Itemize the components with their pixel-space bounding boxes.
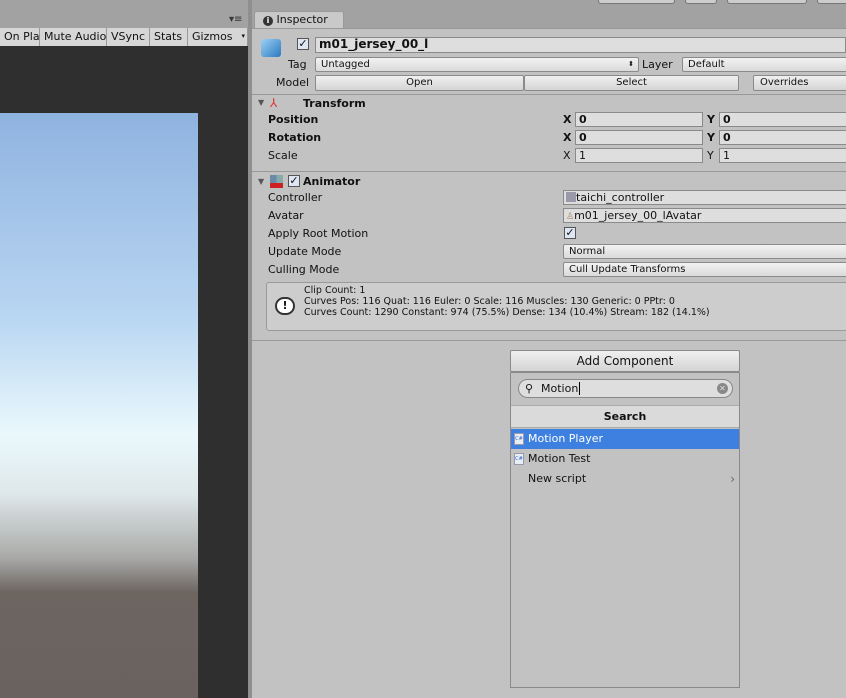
- layer-dropdown[interactable]: Default: [682, 57, 846, 72]
- x-label: X: [563, 131, 572, 144]
- x-label: X: [563, 149, 571, 162]
- apply-root-motion-checkbox[interactable]: ✓: [564, 227, 576, 239]
- update-mode-dropdown[interactable]: Normal: [563, 244, 846, 259]
- layer-label: Layer: [642, 58, 673, 71]
- active-checkbox[interactable]: ✓: [297, 38, 309, 50]
- info-icon: i: [263, 16, 273, 26]
- gameobject-icon: [261, 39, 281, 57]
- toolbar-stats[interactable]: Stats: [150, 28, 188, 46]
- tab-label: Inspector: [276, 13, 328, 26]
- toolbar-maximize-on-play[interactable]: On Play: [0, 28, 46, 46]
- y-label: Y: [707, 149, 714, 162]
- foldout-arrow-icon[interactable]: ▼: [258, 98, 264, 107]
- scale-x-input[interactable]: 1: [575, 148, 703, 163]
- position-y-input[interactable]: 0: [719, 112, 846, 127]
- culling-mode-dropdown[interactable]: Cull Update Transforms: [563, 262, 846, 277]
- controller-icon: [566, 192, 576, 202]
- updown-icon: ⬍: [628, 60, 634, 68]
- animator-icon: [270, 175, 283, 188]
- inspector-tab[interactable]: i Inspector: [254, 11, 344, 29]
- animator-enabled-checkbox[interactable]: ✓: [288, 175, 300, 187]
- tag-dropdown[interactable]: Untagged ⬍: [315, 57, 639, 72]
- y-label: Y: [707, 113, 715, 126]
- controller-field[interactable]: taichi_controller: [563, 190, 846, 205]
- avatar-label: Avatar: [268, 209, 304, 222]
- culling-mode-label: Culling Mode: [268, 263, 340, 276]
- csharp-script-icon: C#: [514, 433, 524, 445]
- info-line: Curves Count: 1290 Constant: 974 (75.5%)…: [304, 307, 710, 318]
- overrides-button[interactable]: Overrides: [753, 75, 846, 91]
- panel-menu-icon[interactable]: ▾≡: [229, 14, 242, 25]
- top-button[interactable]: [817, 0, 846, 4]
- toolbar-mute-audio[interactable]: Mute Audio: [40, 28, 107, 46]
- transform-icon: ⅄: [270, 96, 278, 110]
- component-search-input[interactable]: ⚲ Motion ✕: [518, 379, 733, 398]
- controller-label: Controller: [268, 191, 323, 204]
- search-icon: ⚲: [525, 382, 534, 395]
- top-button[interactable]: [727, 0, 807, 4]
- animator-title[interactable]: Animator: [303, 175, 360, 188]
- divider: [252, 171, 846, 172]
- avatar-field[interactable]: ♙m01_jersey_00_lAvatar: [563, 208, 846, 223]
- apply-root-motion-label: Apply Root Motion: [268, 227, 369, 240]
- position-label: Position: [268, 113, 319, 126]
- foldout-arrow-icon[interactable]: ▼: [258, 177, 264, 186]
- tag-label: Tag: [288, 58, 307, 71]
- info-box: ! Clip Count: 1 Curves Pos: 116 Quat: 11…: [266, 282, 846, 331]
- rotation-x-input[interactable]: 0: [575, 130, 703, 145]
- transform-title[interactable]: Transform: [303, 97, 366, 110]
- search-value: Motion: [541, 382, 579, 395]
- info-line: Curves Pos: 116 Quat: 116 Euler: 0 Scale…: [304, 296, 675, 307]
- warning-icon: !: [275, 297, 295, 315]
- x-label: X: [563, 113, 572, 126]
- chevron-right-icon: ›: [730, 472, 735, 486]
- gizmos-label: Gizmos: [192, 30, 233, 43]
- top-button[interactable]: [685, 0, 717, 4]
- clear-search-icon[interactable]: ✕: [717, 383, 728, 394]
- toolbar-vsync[interactable]: VSync: [107, 28, 150, 46]
- scale-label: Scale: [268, 149, 298, 162]
- y-label: Y: [707, 131, 715, 144]
- chevron-down-icon[interactable]: ▾: [241, 28, 245, 45]
- model-label: Model: [276, 76, 310, 89]
- rotation-y-input[interactable]: 0: [719, 130, 846, 145]
- info-line: Clip Count: 1: [304, 285, 366, 296]
- rotation-label: Rotation: [268, 131, 322, 144]
- csharp-script-icon: C#: [514, 453, 524, 465]
- divider: [252, 340, 846, 341]
- component-item-motion-player[interactable]: C# Motion Player: [511, 429, 739, 449]
- divider: [252, 94, 846, 95]
- update-mode-label: Update Mode: [268, 245, 342, 258]
- object-name-input[interactable]: m01_jersey_00_l: [315, 37, 846, 53]
- component-item-motion-test[interactable]: C# Motion Test: [511, 449, 739, 469]
- avatar-icon: ♙: [566, 212, 575, 222]
- select-button[interactable]: Select: [524, 75, 739, 91]
- position-x-input[interactable]: 0: [575, 112, 703, 127]
- toolbar-gizmos[interactable]: Gizmos ▾: [188, 28, 248, 46]
- sky-render: [0, 113, 198, 698]
- scale-y-input[interactable]: 1: [719, 148, 846, 163]
- new-script-item[interactable]: New script ›: [511, 469, 739, 489]
- search-header: Search: [511, 405, 739, 428]
- add-component-button[interactable]: Add Component: [510, 350, 740, 372]
- top-button[interactable]: [598, 0, 675, 4]
- open-button[interactable]: Open: [315, 75, 524, 91]
